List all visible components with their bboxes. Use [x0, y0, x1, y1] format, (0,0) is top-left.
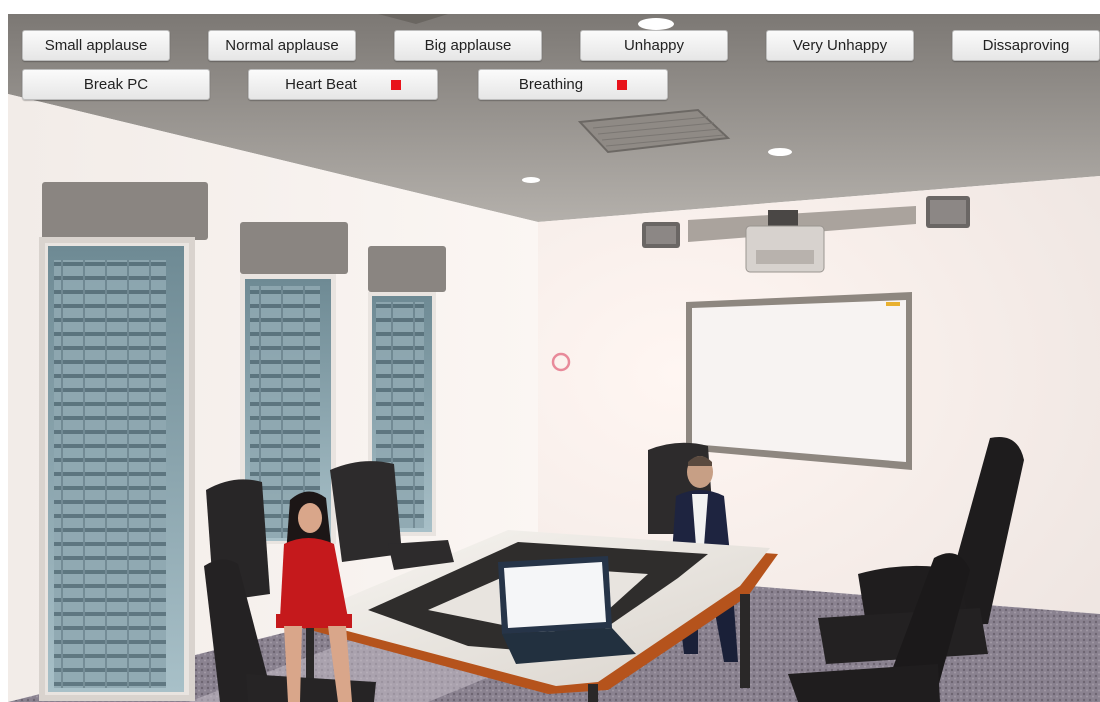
heart-beat-label: Heart Beat: [285, 76, 357, 93]
breathing-label: Breathing: [518, 76, 584, 93]
ceiling-light: [638, 18, 674, 30]
dissaproving-button[interactable]: Dissaproving: [952, 30, 1100, 61]
whiteboard: [686, 292, 912, 470]
small-applause-button[interactable]: Small applause: [22, 30, 170, 61]
projector: [745, 225, 825, 273]
big-applause-button[interactable]: Big applause: [394, 30, 542, 61]
breathing-button[interactable]: Breathing: [478, 69, 668, 100]
breathing-status-indicator: [617, 79, 628, 90]
unhappy-button[interactable]: Unhappy: [580, 30, 728, 61]
normal-applause-button[interactable]: Normal applause: [208, 30, 356, 61]
break-pc-button[interactable]: Break PC: [22, 69, 210, 100]
very-unhappy-button[interactable]: Very Unhappy: [766, 30, 914, 61]
window-left: [39, 182, 208, 701]
heart-beat-button[interactable]: Heart Beat: [248, 69, 438, 100]
ceiling-light: [768, 148, 792, 156]
ceiling-light: [522, 177, 540, 183]
conference-room-render: [8, 14, 1100, 702]
heart-beat-status-indicator: [390, 79, 401, 90]
vr-scene-viewport[interactable]: [8, 14, 1100, 702]
